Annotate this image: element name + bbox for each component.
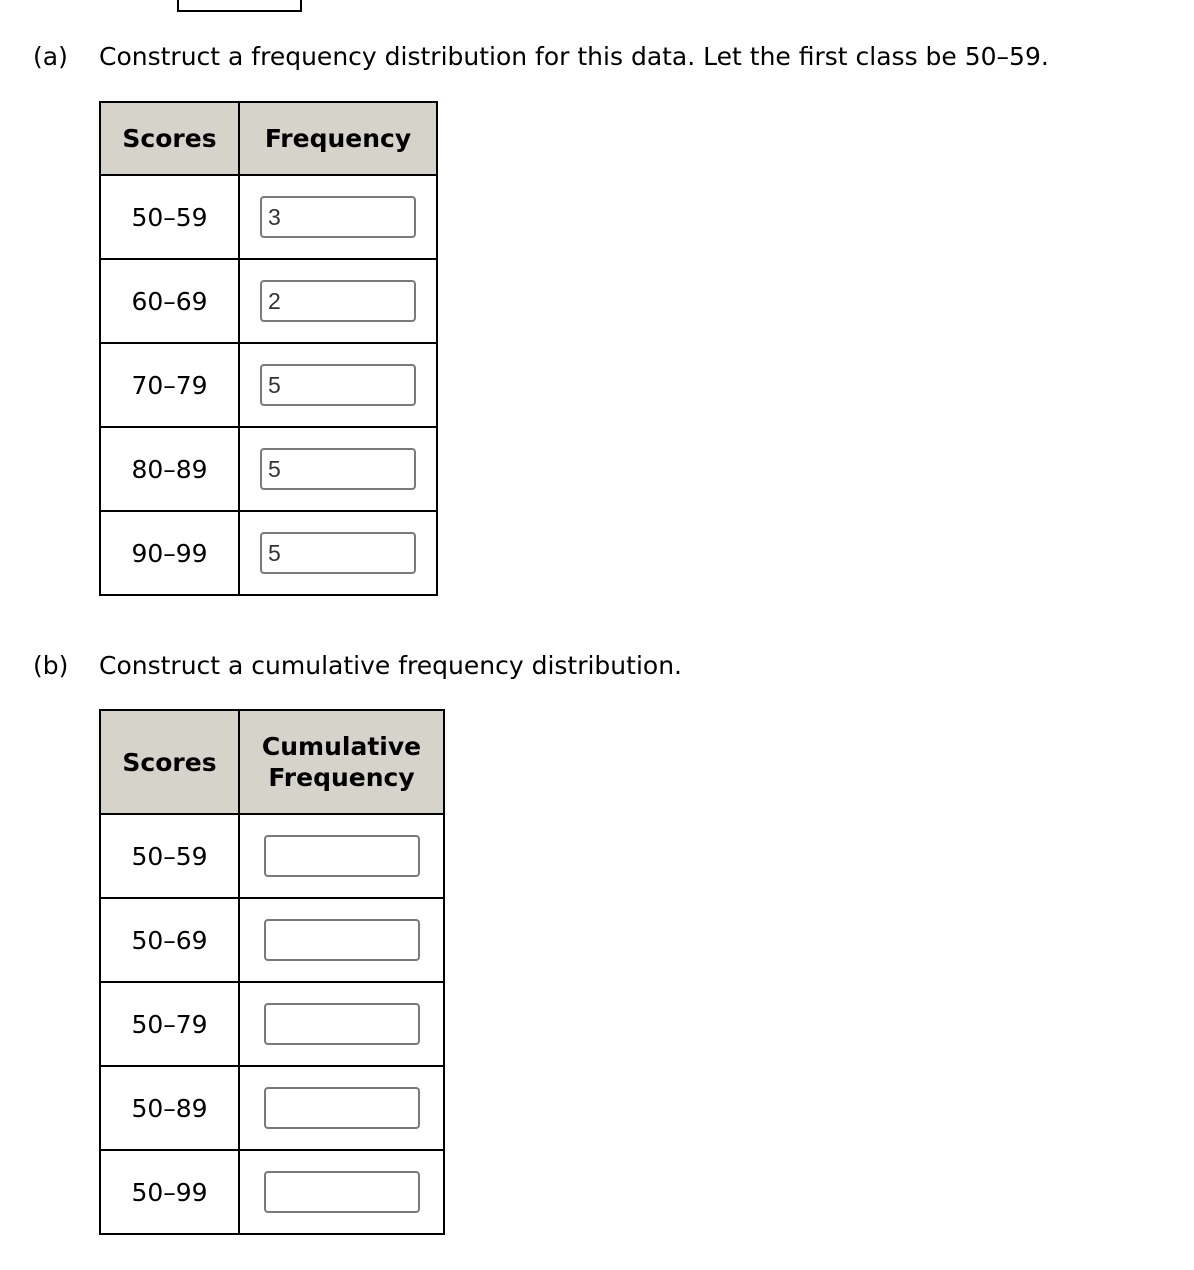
class-label: 50–69 bbox=[99, 897, 240, 983]
frequency-input-70-79[interactable] bbox=[260, 364, 416, 406]
cumulative-input-50-99[interactable] bbox=[263, 1171, 420, 1213]
table-row: 80–89 bbox=[99, 426, 438, 512]
table-row: 50–69 bbox=[99, 897, 445, 983]
header-cumulative-frequency: Cumulative Frequency bbox=[238, 709, 445, 815]
part-a-label: (a) bbox=[33, 42, 68, 71]
class-label: 50–79 bbox=[99, 981, 240, 1067]
frequency-distribution-table: Scores Frequency 50–59 60–69 70–79 80–89… bbox=[99, 101, 438, 596]
header-scores: Scores bbox=[99, 709, 240, 815]
frequency-input-80-89[interactable] bbox=[260, 448, 416, 490]
cumulative-input-50-69[interactable] bbox=[263, 919, 420, 961]
header-scores: Scores bbox=[99, 101, 240, 176]
frequency-input-60-69[interactable] bbox=[260, 280, 416, 322]
cumulative-input-50-59[interactable] bbox=[263, 835, 420, 877]
cumulative-frequency-table: Scores Cumulative Frequency 50–59 50–69 5… bbox=[99, 709, 445, 1235]
class-label: 70–79 bbox=[99, 342, 240, 428]
header-frequency: Frequency bbox=[238, 101, 438, 176]
table-row: 50–79 bbox=[99, 981, 445, 1067]
part-b-label: (b) bbox=[33, 651, 69, 680]
table-row: 50–99 bbox=[99, 1149, 445, 1235]
class-label: 50–59 bbox=[99, 174, 240, 260]
previous-answer-box bbox=[177, 0, 302, 12]
frequency-input-50-59[interactable] bbox=[260, 196, 416, 238]
class-label: 50–59 bbox=[99, 813, 240, 899]
class-label: 60–69 bbox=[99, 258, 240, 344]
table-row: 50–89 bbox=[99, 1065, 445, 1151]
class-label: 50–89 bbox=[99, 1065, 240, 1151]
frequency-input-90-99[interactable] bbox=[260, 532, 416, 574]
part-a-prompt: (a) Construct a frequency distribution fo… bbox=[33, 42, 1049, 72]
class-label: 80–89 bbox=[99, 426, 240, 512]
class-label: 90–99 bbox=[99, 510, 240, 596]
table-row: 70–79 bbox=[99, 342, 438, 428]
cumulative-input-50-89[interactable] bbox=[263, 1087, 420, 1129]
part-b-text: Construct a cumulative frequency distrib… bbox=[99, 651, 682, 680]
class-label: 50–99 bbox=[99, 1149, 240, 1235]
part-a-text: Construct a frequency distribution for t… bbox=[99, 42, 1049, 71]
table-row: 50–59 bbox=[99, 813, 445, 899]
part-b-prompt: (b) Construct a cumulative frequency dist… bbox=[33, 651, 682, 681]
table-row: 60–69 bbox=[99, 258, 438, 344]
table-row: 50–59 bbox=[99, 174, 438, 260]
cumulative-input-50-79[interactable] bbox=[263, 1003, 420, 1045]
table-row: 90–99 bbox=[99, 510, 438, 596]
